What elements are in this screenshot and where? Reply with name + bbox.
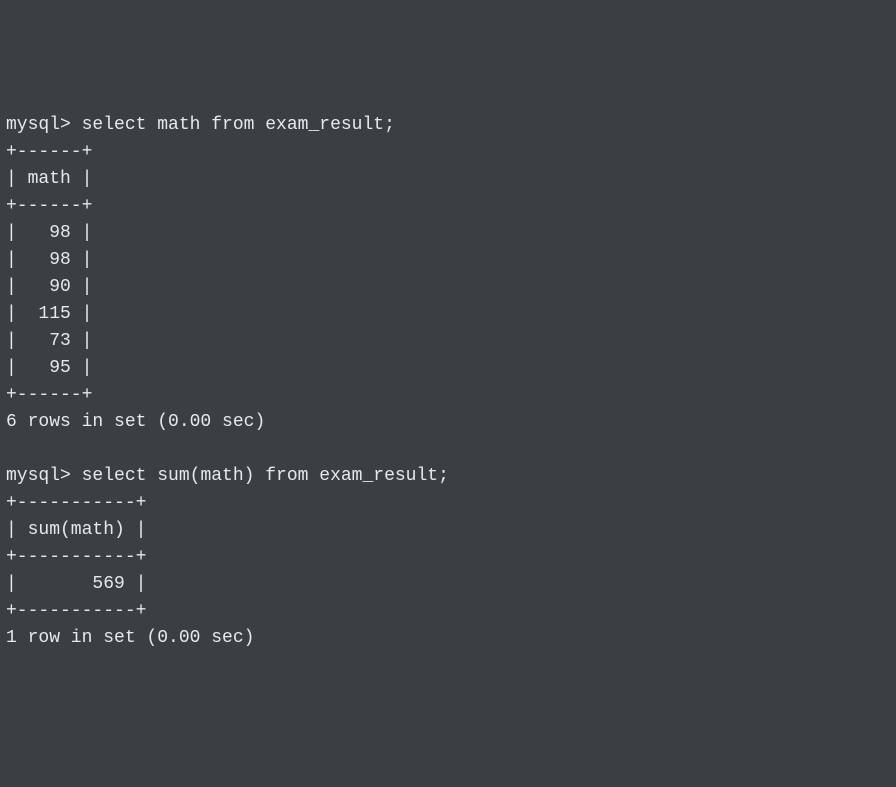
query1-border-mid: +------+ bbox=[6, 193, 890, 220]
query1-command-line[interactable]: mysql> select math from exam_result; bbox=[6, 112, 890, 139]
table-row: | 95 | bbox=[6, 355, 890, 382]
table-row: | 73 | bbox=[6, 328, 890, 355]
query2-border-bot: +-----------+ bbox=[6, 598, 890, 625]
query2-command-line[interactable]: mysql> select sum(math) from exam_result… bbox=[6, 463, 890, 490]
blank-line bbox=[6, 436, 890, 463]
query1-sql: select math from exam_result; bbox=[82, 115, 395, 135]
query2-header-row: | sum(math) | bbox=[6, 517, 890, 544]
query1-header-row: | math | bbox=[6, 166, 890, 193]
query2-sql: select sum(math) from exam_result; bbox=[82, 466, 449, 486]
table-row: | 98 | bbox=[6, 220, 890, 247]
table-row: | 98 | bbox=[6, 247, 890, 274]
mysql-prompt: mysql> bbox=[6, 466, 82, 486]
query1-status: 6 rows in set (0.00 sec) bbox=[6, 409, 890, 436]
query2-status: 1 row in set (0.00 sec) bbox=[6, 625, 890, 652]
table-row: | 115 | bbox=[6, 301, 890, 328]
query2-border-top: +-----------+ bbox=[6, 490, 890, 517]
mysql-prompt: mysql> bbox=[6, 115, 82, 135]
table-row: | 90 | bbox=[6, 274, 890, 301]
query1-border-top: +------+ bbox=[6, 139, 890, 166]
query2-border-mid: +-----------+ bbox=[6, 544, 890, 571]
table-row: | 569 | bbox=[6, 571, 890, 598]
query1-border-bot: +------+ bbox=[6, 382, 890, 409]
